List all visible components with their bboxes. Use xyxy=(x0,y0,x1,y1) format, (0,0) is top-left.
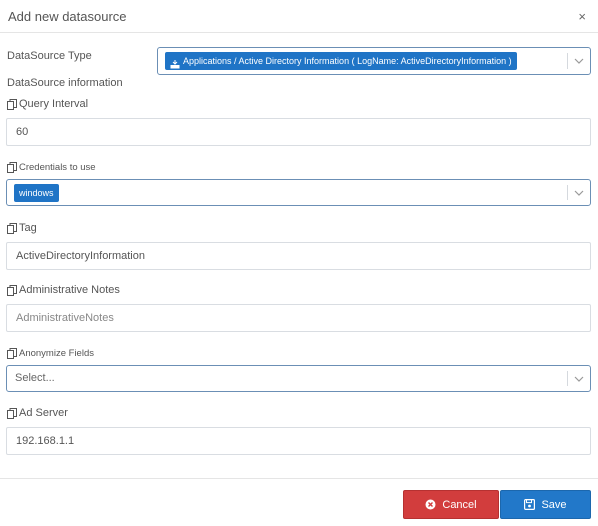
datasource-type-select[interactable]: Applications / Active Directory Informat… xyxy=(157,47,591,75)
credentials-value: windows xyxy=(19,188,54,198)
anonymize-placeholder: Select... xyxy=(15,372,55,384)
cancel-button[interactable]: Cancel xyxy=(403,490,499,519)
floppy-disk-icon xyxy=(524,499,536,511)
query-interval-input[interactable]: 60 xyxy=(6,118,591,146)
copy-icon xyxy=(7,162,17,173)
query-interval-label: Query Interval xyxy=(7,98,88,110)
credentials-label-text: Credentials to use xyxy=(19,162,96,173)
datasource-type-chip[interactable]: Applications / Active Directory Informat… xyxy=(165,52,517,70)
credentials-label: Credentials to use xyxy=(7,162,96,173)
tag-label: Tag xyxy=(7,222,37,234)
modal-title: Add new datasource xyxy=(8,9,127,24)
save-button[interactable]: Save xyxy=(500,490,591,519)
datasource-type-label-text: DataSource Type xyxy=(7,50,92,62)
tag-label-text: Tag xyxy=(19,222,37,234)
ad-server-input[interactable]: 192.168.1.1 xyxy=(6,427,591,455)
cancel-circle-icon xyxy=(425,499,436,510)
admin-notes-label-text: Administrative Notes xyxy=(19,284,120,296)
chevron-down-icon[interactable] xyxy=(568,180,590,205)
anonymize-select[interactable]: Select... xyxy=(6,365,591,392)
credentials-select[interactable]: windows xyxy=(6,179,591,206)
copy-icon xyxy=(7,222,17,234)
modal-header: Add new datasource × xyxy=(0,0,598,33)
admin-notes-label: Administrative Notes xyxy=(7,284,120,296)
copy-icon xyxy=(7,407,17,419)
close-button[interactable]: × xyxy=(578,10,586,23)
cancel-button-label: Cancel xyxy=(442,498,477,511)
datasource-type-value: Applications / Active Directory Informat… xyxy=(183,56,512,66)
copy-icon xyxy=(7,284,17,296)
copy-icon xyxy=(7,348,17,359)
query-interval-label-text: Query Interval xyxy=(19,98,89,110)
copy-icon xyxy=(7,98,17,110)
modal-footer-divider xyxy=(0,478,598,479)
server-icon xyxy=(170,57,180,68)
save-button-label: Save xyxy=(541,498,567,511)
chevron-down-icon[interactable] xyxy=(568,48,590,74)
admin-notes-input[interactable]: AdministrativeNotes xyxy=(6,304,591,332)
datasource-type-label: DataSource Type xyxy=(7,50,92,62)
anonymize-label: Anonymize Fields xyxy=(7,348,94,359)
tag-input[interactable]: ActiveDirectoryInformation xyxy=(6,242,591,270)
section-heading: DataSource information xyxy=(7,77,123,89)
chevron-down-icon[interactable] xyxy=(568,366,590,391)
section-heading-text: DataSource information xyxy=(7,77,123,89)
ad-server-label-text: Ad Server xyxy=(19,407,68,419)
ad-server-label: Ad Server xyxy=(7,407,68,419)
credentials-chip[interactable]: windows xyxy=(14,184,59,202)
anonymize-label-text: Anonymize Fields xyxy=(19,348,94,359)
